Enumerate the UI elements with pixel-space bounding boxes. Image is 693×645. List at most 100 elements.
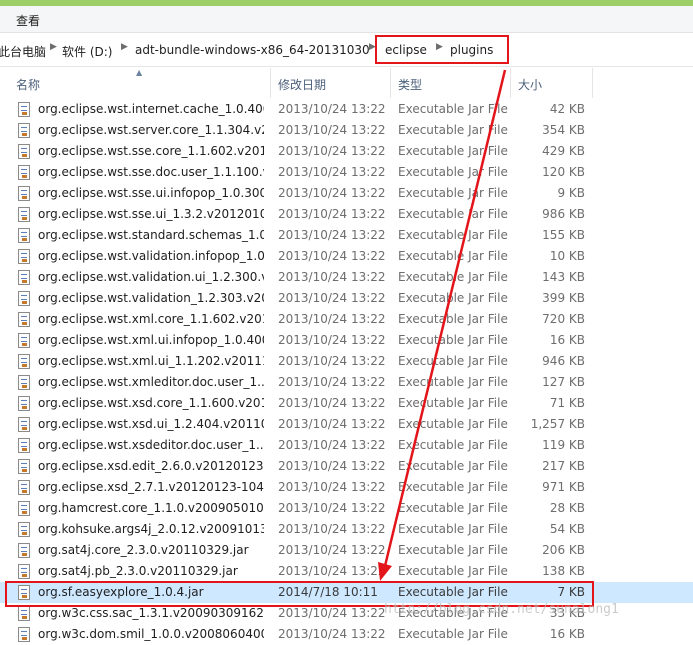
file-date: 2013/10/24 13:22 bbox=[278, 354, 386, 368]
file-row[interactable]: org.hamcrest.core_1.1.0.v2009050107... 20… bbox=[0, 498, 693, 519]
file-type: Executable Jar File bbox=[398, 333, 508, 347]
jar-file-icon bbox=[18, 186, 30, 201]
file-row[interactable]: org.eclipse.wst.internet.cache_1.0.400..… bbox=[0, 99, 693, 120]
file-type: Executable Jar File bbox=[398, 522, 508, 536]
jar-file-icon bbox=[18, 564, 30, 579]
column-header-size[interactable]: 大小 bbox=[518, 76, 542, 93]
file-row[interactable]: org.eclipse.wst.xml.core_1.1.602.v201...… bbox=[0, 309, 693, 330]
file-row[interactable]: org.eclipse.wst.xml.ui_1.1.202.v20111...… bbox=[0, 351, 693, 372]
file-name: org.eclipse.wst.validation.ui_1.2.300.v.… bbox=[38, 270, 264, 284]
file-name: org.eclipse.xsd_2.7.1.v20120123-1045... bbox=[38, 480, 264, 494]
menu-view[interactable]: 查看 bbox=[16, 12, 40, 29]
column-divider[interactable] bbox=[270, 68, 271, 98]
file-row[interactable]: org.eclipse.wst.server.core_1.1.304.v2..… bbox=[0, 120, 693, 141]
jar-file-icon bbox=[18, 501, 30, 516]
file-type: Executable Jar File bbox=[398, 228, 508, 242]
jar-file-icon bbox=[18, 207, 30, 222]
file-type: Executable Jar File bbox=[398, 270, 508, 284]
column-header-type[interactable]: 类型 bbox=[398, 76, 422, 93]
column-divider[interactable] bbox=[592, 68, 593, 98]
file-name: org.eclipse.wst.xsdeditor.doc.user_1.... bbox=[38, 438, 264, 452]
file-type: Executable Jar File bbox=[398, 564, 508, 578]
chevron-right-icon[interactable]: ▶ bbox=[50, 42, 57, 52]
file-type: Executable Jar File bbox=[398, 207, 508, 221]
file-size: 155 KB bbox=[542, 228, 585, 242]
file-type: Executable Jar File bbox=[398, 144, 508, 158]
file-date: 2013/10/24 13:22 bbox=[278, 165, 386, 179]
file-name: org.sat4j.pb_2.3.0.v20110329.jar bbox=[38, 564, 238, 578]
file-name: org.eclipse.wst.xmleditor.doc.user_1.... bbox=[38, 375, 264, 389]
file-type: Executable Jar File bbox=[398, 186, 508, 200]
column-header-date[interactable]: 修改日期 bbox=[278, 76, 326, 93]
file-size: 7 KB bbox=[557, 585, 585, 599]
chevron-right-icon[interactable]: ▶ bbox=[121, 42, 128, 52]
file-size: 42 KB bbox=[549, 102, 585, 116]
file-date: 2013/10/24 13:22 bbox=[278, 459, 386, 473]
file-row[interactable]: org.sat4j.pb_2.3.0.v20110329.jar 2013/10/… bbox=[0, 561, 693, 582]
file-type: Executable Jar File bbox=[398, 543, 508, 557]
file-row[interactable]: org.eclipse.wst.sse.core_1.1.602.v201...… bbox=[0, 141, 693, 162]
file-type: Executable Jar File bbox=[398, 438, 508, 452]
file-date: 2013/10/24 13:22 bbox=[278, 312, 386, 326]
jar-file-icon bbox=[18, 522, 30, 537]
file-date: 2013/10/24 13:22 bbox=[278, 480, 386, 494]
file-size: 120 KB bbox=[542, 165, 585, 179]
file-row[interactable]: org.eclipse.wst.sse.ui_1.3.2.v2012010...… bbox=[0, 204, 693, 225]
jar-file-icon bbox=[18, 291, 30, 306]
file-name: org.eclipse.wst.internet.cache_1.0.400..… bbox=[38, 102, 264, 116]
file-type: Executable Jar File bbox=[398, 249, 508, 263]
file-size: 143 KB bbox=[542, 270, 585, 284]
breadcrumb-this-pc[interactable]: 此台电脑 bbox=[0, 43, 46, 60]
file-row[interactable]: org.eclipse.wst.sse.doc.user_1.1.100.v..… bbox=[0, 162, 693, 183]
jar-file-icon bbox=[18, 123, 30, 138]
file-date: 2013/10/24 13:22 bbox=[278, 144, 386, 158]
file-name: org.eclipse.wst.validation.infopop_1.0..… bbox=[38, 249, 264, 263]
file-row[interactable]: org.eclipse.wst.validation.ui_1.2.300.v.… bbox=[0, 267, 693, 288]
file-row[interactable]: org.eclipse.wst.xsd.core_1.1.600.v201...… bbox=[0, 393, 693, 414]
file-row[interactable]: org.eclipse.wst.xsd.ui_1.2.404.v20110...… bbox=[0, 414, 693, 435]
file-row[interactable]: org.eclipse.wst.xml.ui.infopop_1.0.400..… bbox=[0, 330, 693, 351]
jar-file-icon bbox=[18, 417, 30, 432]
file-size: 720 KB bbox=[542, 312, 585, 326]
file-row[interactable]: org.eclipse.wst.standard.schemas_1.0... 2… bbox=[0, 225, 693, 246]
watermark: http://blog.csdn.net/sunalong1 bbox=[384, 602, 619, 617]
file-type: Executable Jar File bbox=[398, 165, 508, 179]
breadcrumb-adt-bundle[interactable]: adt-bundle-windows-x86_64-20131030 bbox=[135, 43, 370, 57]
file-name: org.eclipse.wst.xml.ui_1.1.202.v20111... bbox=[38, 354, 264, 368]
file-row[interactable]: org.eclipse.wst.validation_1.2.303.v20..… bbox=[0, 288, 693, 309]
file-name: org.eclipse.wst.sse.ui_1.3.2.v2012010... bbox=[38, 207, 264, 221]
file-row[interactable]: org.sat4j.core_2.3.0.v20110329.jar 2013/1… bbox=[0, 540, 693, 561]
jar-file-icon bbox=[18, 270, 30, 285]
jar-file-icon bbox=[18, 144, 30, 159]
file-row[interactable]: org.sf.easyexplore_1.0.4.jar 2014/7/18 10… bbox=[0, 582, 693, 603]
file-type: Executable Jar File bbox=[398, 102, 508, 116]
file-row[interactable]: org.w3c.dom.smil_1.0.0.v2008060400... 201… bbox=[0, 624, 693, 645]
column-header-name[interactable]: 名称 bbox=[16, 76, 40, 93]
file-size: 206 KB bbox=[542, 543, 585, 557]
file-size: 971 KB bbox=[542, 480, 585, 494]
file-type: Executable Jar File bbox=[398, 501, 508, 515]
file-date: 2014/7/18 10:11 bbox=[278, 585, 378, 599]
file-row[interactable]: org.eclipse.wst.validation.infopop_1.0..… bbox=[0, 246, 693, 267]
file-date: 2013/10/24 13:22 bbox=[278, 627, 386, 641]
file-date: 2013/10/24 13:22 bbox=[278, 270, 386, 284]
jar-file-icon bbox=[18, 438, 30, 453]
file-size: 119 KB bbox=[542, 438, 585, 452]
file-type: Executable Jar File bbox=[398, 417, 508, 431]
file-type: Executable Jar File bbox=[398, 375, 508, 389]
file-row[interactable]: org.kohsuke.args4j_2.0.12.v20091013... 20… bbox=[0, 519, 693, 540]
address-bar[interactable]: 此台电脑 ▶ 软件 (D:) ▶ adt-bundle-windows-x86_… bbox=[0, 33, 693, 67]
file-row[interactable]: org.eclipse.wst.xsdeditor.doc.user_1....… bbox=[0, 435, 693, 456]
breadcrumb-drive[interactable]: 软件 (D:) bbox=[62, 43, 112, 60]
column-divider[interactable] bbox=[390, 68, 391, 98]
file-name: org.eclipse.wst.xsd.core_1.1.600.v201... bbox=[38, 396, 264, 410]
file-name: org.eclipse.wst.xsd.ui_1.2.404.v20110... bbox=[38, 417, 264, 431]
file-row[interactable]: org.eclipse.xsd_2.7.1.v20120123-1045... 2… bbox=[0, 477, 693, 498]
file-type: Executable Jar File bbox=[398, 291, 508, 305]
file-row[interactable]: org.eclipse.xsd.edit_2.6.0.v20120123-...… bbox=[0, 456, 693, 477]
file-name: org.w3c.dom.smil_1.0.0.v2008060400... bbox=[38, 627, 264, 641]
file-row[interactable]: org.eclipse.wst.xmleditor.doc.user_1....… bbox=[0, 372, 693, 393]
file-date: 2013/10/24 13:22 bbox=[278, 333, 386, 347]
file-row[interactable]: org.eclipse.wst.sse.ui.infopop_1.0.300..… bbox=[0, 183, 693, 204]
column-divider[interactable] bbox=[510, 68, 511, 98]
